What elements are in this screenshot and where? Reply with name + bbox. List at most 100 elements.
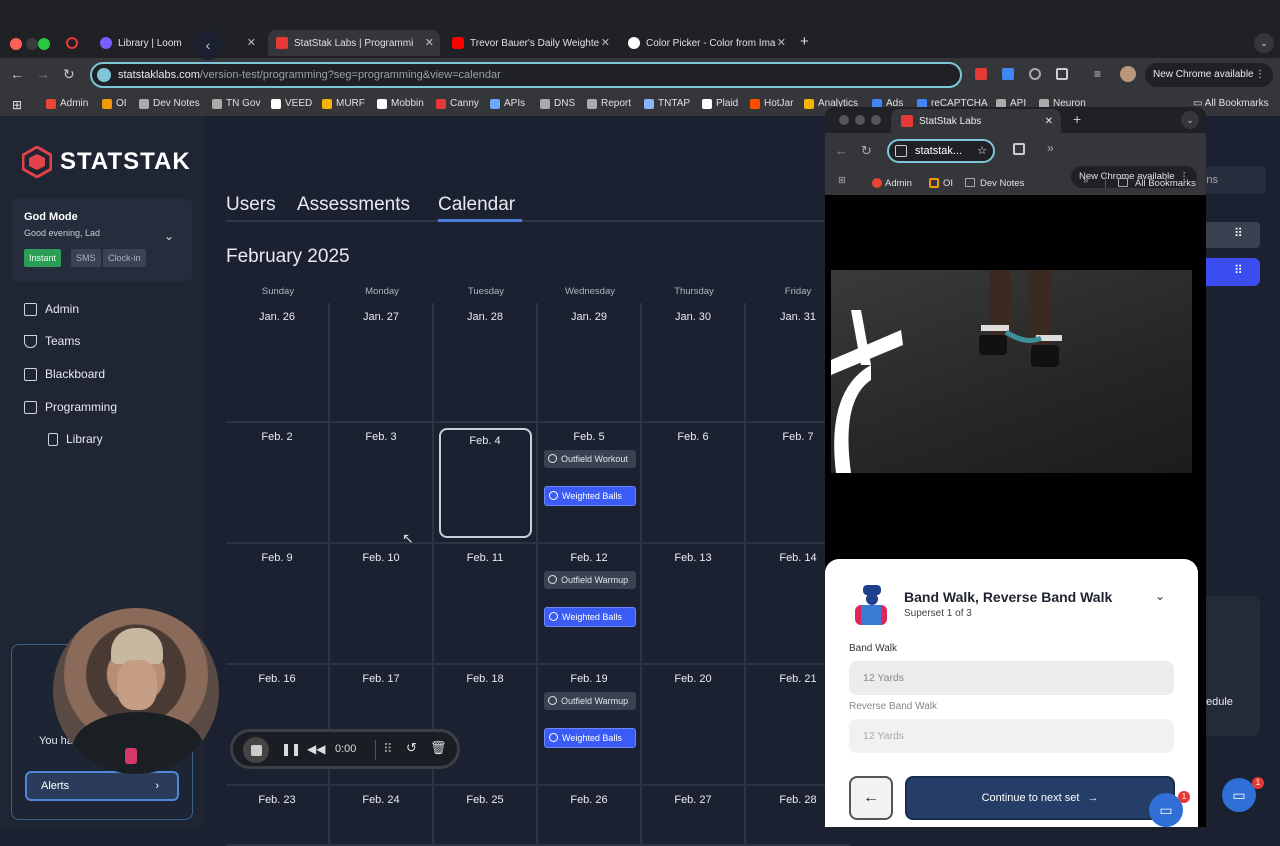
sidebar-item-programming[interactable]: Programming xyxy=(24,400,117,414)
translate-icon[interactable] xyxy=(1002,68,1014,80)
minimize-window-dot[interactable] xyxy=(855,115,865,125)
pause-icon[interactable]: ❚❚ xyxy=(281,742,301,756)
calendar-day-cell[interactable]: Feb. 10 xyxy=(330,544,434,665)
all-bookmarks[interactable]: All Bookmarks xyxy=(1135,178,1196,189)
bookmark-star-icon[interactable]: ☆ xyxy=(977,141,987,161)
calendar-day-cell[interactable]: Jan. 27 xyxy=(330,303,434,423)
sidebar-item-admin[interactable]: Admin xyxy=(24,302,79,316)
tab-youtube[interactable]: Trevor Bauer's Daily Weighte ✕ xyxy=(444,30,616,56)
user-card[interactable]: God Mode Good evening, Lad ⌄ Instant SMS… xyxy=(12,199,192,281)
bookmark-mobbin[interactable]: Mobbin xyxy=(377,98,424,109)
popup-address-bar[interactable]: statstak... ☆ xyxy=(887,139,995,163)
calendar-day-cell[interactable]: Feb. 13 xyxy=(642,544,746,665)
bookmark-tntap[interactable]: TNTAP xyxy=(644,98,690,109)
bookmark-admin[interactable]: Admin xyxy=(46,98,88,109)
calendar-day-cell[interactable]: Feb. 24 xyxy=(330,786,434,846)
calendar-day-cell[interactable]: Feb. 3 xyxy=(330,423,434,544)
bookmark-murf[interactable]: MURF xyxy=(322,98,365,109)
calendar-day-cell[interactable]: Feb. 12 Outfield Warmup Weighted Balls xyxy=(538,544,642,665)
sms-pill[interactable]: SMS xyxy=(71,249,101,267)
new-tab-icon[interactable]: + xyxy=(1073,111,1081,127)
tab-statstak[interactable]: StatStak Labs | Programmi ✕ xyxy=(268,30,440,56)
apps-grid-icon[interactable]: ⊞ xyxy=(838,175,846,186)
puzzle-icon[interactable] xyxy=(1056,68,1068,80)
restart-icon[interactable]: ↺ xyxy=(406,740,417,756)
reload-icon[interactable]: ↻ xyxy=(63,66,75,83)
calendar-day-cell[interactable]: Feb. 5 Outfield Workout Weighted Balls xyxy=(538,423,642,544)
calendar-event[interactable]: Weighted Balls xyxy=(544,486,636,506)
clock-in-pill[interactable]: Clock-in xyxy=(103,249,146,267)
media-icon[interactable]: ≡ xyxy=(1094,67,1101,81)
drag-handle-icon[interactable]: ⠿ xyxy=(1234,226,1243,240)
calendar-day-cell[interactable]: Feb. 11 xyxy=(434,544,538,665)
bookmark-tn-gov[interactable]: TN Gov xyxy=(212,98,260,109)
calendar-day-cell[interactable]: Jan. 29 xyxy=(538,303,642,423)
bookmark-plaid[interactable]: Plaid xyxy=(702,98,738,109)
calendar-day-cell[interactable]: Feb. 2 xyxy=(226,423,330,544)
previous-set-button[interactable]: ← xyxy=(849,776,893,820)
chevron-down-icon[interactable]: ⌄ xyxy=(164,229,174,243)
alerts-button[interactable]: Alerts › xyxy=(25,771,179,801)
calendar-event[interactable]: Outfield Workout xyxy=(544,450,636,468)
calendar-day-cell[interactable]: Feb. 23 xyxy=(226,786,330,846)
extension-icon[interactable] xyxy=(1029,68,1041,80)
tab-users[interactable]: Users xyxy=(226,194,276,216)
tab-search-icon[interactable]: ⌄ xyxy=(1254,33,1274,53)
close-tab-icon[interactable]: ✕ xyxy=(425,36,434,49)
apps-grid-icon[interactable]: ⊞ xyxy=(12,98,22,112)
site-info-icon[interactable] xyxy=(895,145,907,157)
bookmark-report[interactable]: Report xyxy=(587,98,631,109)
bookmark-apis[interactable]: APIs xyxy=(490,98,525,109)
bookmark-admin[interactable]: Admin xyxy=(885,178,912,189)
more-icon[interactable]: » xyxy=(1047,141,1054,155)
back-icon[interactable]: ← xyxy=(835,143,848,158)
bookmark-oi[interactable]: OI xyxy=(943,178,953,189)
new-tab-icon[interactable]: + xyxy=(800,33,809,50)
calendar-day-cell[interactable]: Feb. 26 xyxy=(538,786,642,846)
close-tab-icon[interactable]: ✕ xyxy=(247,36,256,49)
bookmark-dev-notes[interactable]: Dev Notes xyxy=(139,98,200,109)
puzzle-icon[interactable] xyxy=(1013,143,1025,155)
maximize-window-dot[interactable] xyxy=(38,38,50,50)
popup-tab[interactable]: StatStak Labs ✕ xyxy=(891,109,1061,133)
bookmark-veed[interactable]: VEED xyxy=(271,98,312,109)
sidebar-item-teams[interactable]: Teams xyxy=(24,334,80,348)
site-info-icon[interactable] xyxy=(97,68,111,82)
bookmark-canny[interactable]: Canny xyxy=(436,98,479,109)
more-bookmarks-icon[interactable]: » xyxy=(1083,175,1088,186)
bookmark-oi[interactable]: OI xyxy=(102,98,127,109)
calendar-day-cell[interactable]: Feb. 25 xyxy=(434,786,538,846)
tab-search-icon[interactable]: ⌄ xyxy=(1181,111,1199,129)
new-chrome-available-button[interactable]: New Chrome available ⋮ xyxy=(1145,63,1273,87)
forward-icon[interactable]: → xyxy=(36,66,50,82)
calendar-day-cell[interactable]: Jan. 26 xyxy=(226,303,330,423)
instant-pill[interactable]: Instant xyxy=(24,249,62,267)
close-tab-icon[interactable]: ✕ xyxy=(601,36,610,49)
minimize-window-dot[interactable] xyxy=(26,38,38,50)
chevron-down-icon[interactable]: ⌄ xyxy=(1155,589,1165,603)
trash-icon[interactable]: 🗑 xyxy=(430,740,447,756)
profile-avatar[interactable] xyxy=(1120,66,1136,82)
calendar-day-cell[interactable]: Feb. 6 xyxy=(642,423,746,544)
calendar-event[interactable]: Outfield Warmup xyxy=(544,571,636,589)
back-icon[interactable]: ← xyxy=(10,66,24,82)
statstak-logo[interactable]: STATSTAK xyxy=(22,146,191,178)
rewind-icon[interactable]: ◀◀ xyxy=(307,742,325,756)
continue-next-set-button[interactable]: Continue to next set → xyxy=(905,776,1175,820)
calendar-event[interactable]: Weighted Balls xyxy=(544,607,636,627)
exercise-video[interactable] xyxy=(831,270,1192,473)
bookmark-dns[interactable]: DNS xyxy=(540,98,575,109)
reverse-band-walk-input[interactable]: 12 Yards xyxy=(849,719,1174,753)
address-bar[interactable]: statstaklabs.com/version-test/programmin… xyxy=(90,62,962,88)
close-window-dot[interactable] xyxy=(839,115,849,125)
calendar-day-cell[interactable]: Feb. 9 xyxy=(226,544,330,665)
sidebar-item-blackboard[interactable]: Blackboard xyxy=(24,367,105,381)
tab-calendar[interactable]: Calendar xyxy=(438,194,515,216)
drag-handle-icon[interactable]: ⠿ xyxy=(1234,263,1243,277)
collapse-sidebar-button[interactable]: ‹ xyxy=(193,30,223,60)
maximize-window-dot[interactable] xyxy=(871,115,881,125)
tab-color-picker[interactable]: Color Picker - Color from Ima ✕ xyxy=(620,30,792,56)
calendar-event[interactable]: Outfield Warmup xyxy=(544,692,636,710)
calendar-event[interactable]: Weighted Balls xyxy=(544,728,636,748)
calendar-day-cell[interactable]: Feb. 20 xyxy=(642,665,746,786)
